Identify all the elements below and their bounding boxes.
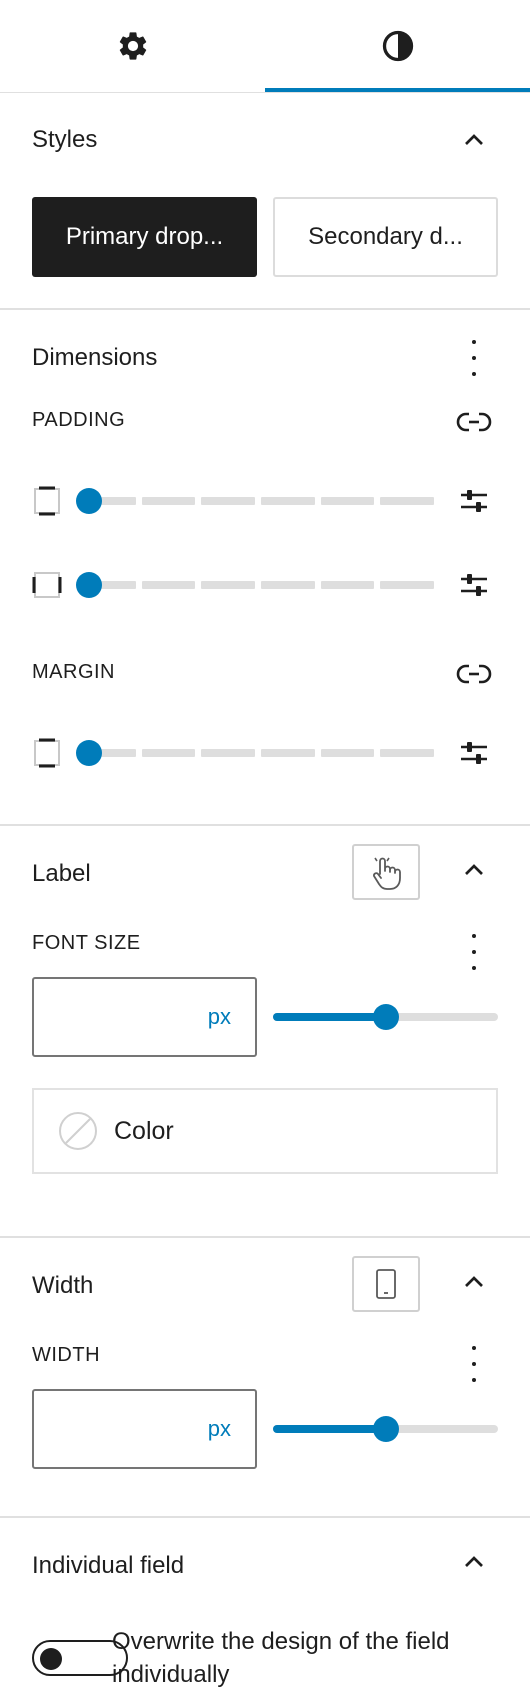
padding-vertical-icon [34,486,60,516]
width-options-icon[interactable] [464,1346,484,1382]
width-unit[interactable]: px [208,1416,231,1442]
chevron-up-icon[interactable] [458,1266,490,1298]
toggle-knob [40,1648,62,1670]
font-size-slider-thumb[interactable] [372,1004,399,1030]
chevron-up-icon[interactable] [458,854,490,886]
custom-value-icon[interactable] [458,569,490,601]
custom-value-icon[interactable] [458,485,490,517]
font-size-options-icon[interactable] [464,934,484,970]
pointer-hand-icon [373,857,401,890]
padding-horizontal-slider-track[interactable] [82,581,435,589]
padding-vertical-slider-track[interactable] [82,497,435,505]
no-color-swatch-icon [59,1112,97,1150]
gear-icon [119,32,146,60]
label-section-title: Label [32,860,91,887]
divider [0,1236,530,1238]
margin-vertical-slider-thumb[interactable] [76,740,102,766]
font-size-label: FONT SIZE [32,932,141,954]
padding-label: PADDING [32,409,126,431]
hover-state-button[interactable] [352,844,420,900]
padding-vertical-slider-thumb[interactable] [76,488,102,514]
divider [0,92,530,93]
contrast-icon [382,30,413,62]
device-preview-button[interactable] [352,1256,420,1312]
font-size-unit[interactable]: px [208,1004,231,1030]
style-variation-secondary-button[interactable]: Secondary d... [273,197,498,277]
chevron-up-icon[interactable] [458,124,490,156]
width-section-title: Width [32,1272,94,1299]
divider [0,1516,530,1518]
custom-value-icon[interactable] [458,737,490,769]
unlink-sides-icon[interactable] [456,658,492,690]
font-size-slider-fill [273,1013,386,1021]
chevron-up-icon[interactable] [458,1546,490,1578]
color-label: Color [114,1116,174,1145]
divider [0,824,530,826]
font-size-input[interactable]: px [32,977,257,1057]
styles-section-title: Styles [32,126,98,153]
overwrite-design-toggle-label: Overwrite the design of the field indivi… [112,1628,450,1688]
width-slider-fill [273,1425,386,1433]
width-input[interactable]: px [32,1389,257,1469]
margin-vertical-slider-track[interactable] [82,749,435,757]
divider [0,308,530,310]
dimensions-section-title: Dimensions [32,344,158,371]
padding-horizontal-slider-thumb[interactable] [76,572,102,598]
unlink-sides-icon[interactable] [456,406,492,438]
margin-label: MARGIN [32,661,115,683]
color-picker-button[interactable]: Color [32,1088,498,1174]
margin-vertical-icon [34,738,60,768]
width-label: WIDTH [32,1344,101,1366]
mobile-device-icon [376,1269,396,1299]
tab-settings[interactable] [0,0,265,92]
individual-field-section-title: Individual field [32,1552,185,1579]
style-variation-primary-button[interactable]: Primary drop... [32,197,257,277]
dimensions-options-icon[interactable] [464,340,484,376]
padding-horizontal-icon [32,572,62,598]
tab-styles[interactable] [265,0,530,92]
width-slider-thumb[interactable] [372,1416,399,1442]
